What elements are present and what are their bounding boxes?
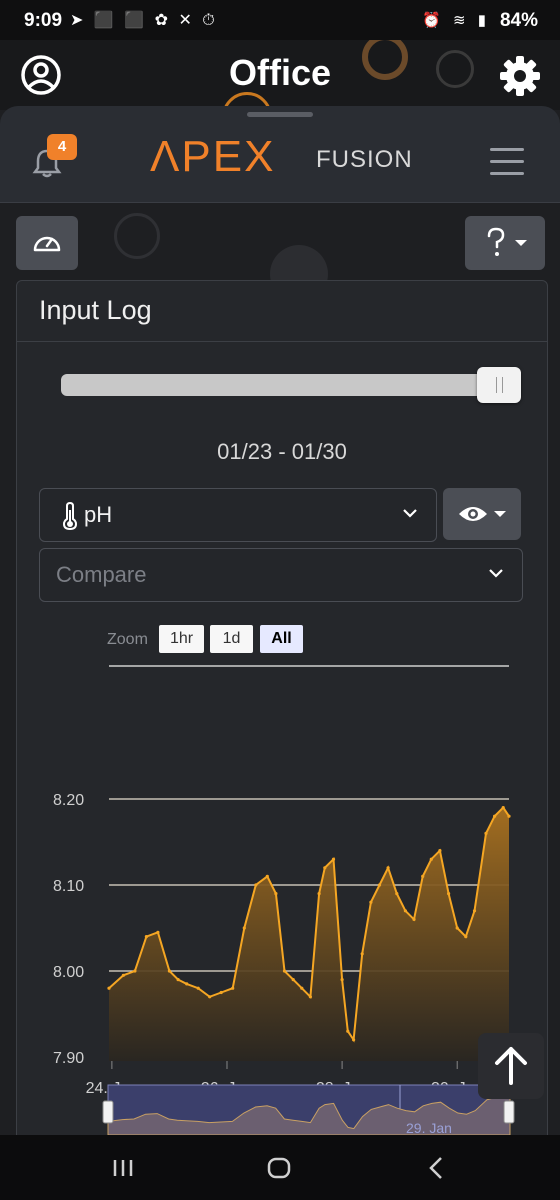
y-tick-label: 7.90 bbox=[53, 1050, 84, 1067]
data-point bbox=[282, 969, 287, 973]
notification-icons: ➤ ⬛ ⬛ ✿ ✕ ⏱ bbox=[70, 12, 218, 29]
data-point bbox=[107, 986, 111, 990]
data-point bbox=[265, 874, 269, 878]
data-point bbox=[484, 831, 488, 835]
data-point bbox=[377, 883, 382, 887]
chevron-down-icon bbox=[403, 509, 417, 518]
help-icon bbox=[487, 227, 527, 256]
ph-chart: 8.208.108.007.90 24. Jan26. Jan28. Jan30… bbox=[53, 665, 515, 1135]
chart-navigator[interactable]: 29. Jan bbox=[102, 1084, 515, 1135]
battery-level: 84% bbox=[499, 10, 538, 31]
data-point bbox=[208, 995, 212, 999]
compare-select[interactable]: Compare bbox=[39, 548, 523, 602]
date-range-label: 01/23 - 01/30 bbox=[217, 439, 347, 464]
chevron-down-icon bbox=[489, 569, 503, 578]
data-point bbox=[185, 982, 189, 986]
data-point bbox=[360, 952, 364, 956]
navigator-left-handle[interactable] bbox=[102, 1100, 114, 1124]
zoom-label: Zoom bbox=[107, 631, 148, 648]
decorative-circle bbox=[114, 213, 160, 259]
thermometer-icon bbox=[62, 502, 78, 530]
hamburger-menu-icon[interactable] bbox=[490, 148, 524, 184]
data-point bbox=[196, 986, 200, 990]
input-select-value: pH bbox=[84, 502, 113, 527]
data-point bbox=[291, 978, 295, 982]
visibility-toggle-button[interactable] bbox=[443, 488, 521, 540]
date-range-slider-thumb[interactable] bbox=[477, 367, 521, 403]
data-point bbox=[144, 935, 148, 939]
zoom-1d-button[interactable]: 1d bbox=[210, 625, 253, 653]
status-time: 9:09 bbox=[24, 10, 63, 31]
data-point bbox=[340, 978, 344, 982]
data-point bbox=[219, 990, 223, 995]
speedometer-icon bbox=[33, 236, 61, 252]
main-content: Input Log 01/23 - 01/30 pH Compare Zoom … bbox=[0, 203, 560, 1135]
data-point bbox=[369, 900, 373, 904]
zoom-1hr-button[interactable]: 1hr bbox=[159, 625, 204, 653]
data-point bbox=[308, 995, 312, 999]
data-point bbox=[352, 1038, 356, 1042]
recent-apps-icon[interactable] bbox=[108, 1153, 138, 1183]
scroll-to-top-button[interactable] bbox=[478, 1033, 544, 1099]
data-point bbox=[421, 874, 425, 878]
data-point bbox=[464, 935, 468, 939]
data-point bbox=[438, 849, 442, 853]
data-point bbox=[395, 892, 399, 896]
data-point bbox=[455, 926, 459, 930]
system-navigation-bar bbox=[0, 1135, 560, 1200]
back-icon[interactable] bbox=[422, 1153, 452, 1183]
data-point bbox=[493, 814, 497, 818]
data-point bbox=[386, 866, 390, 870]
data-point bbox=[447, 892, 451, 896]
data-point bbox=[507, 814, 511, 818]
data-point bbox=[254, 883, 258, 887]
data-point bbox=[501, 806, 505, 810]
compare-placeholder: Compare bbox=[56, 562, 147, 587]
gear-icon[interactable] bbox=[498, 54, 542, 98]
data-point bbox=[317, 892, 321, 896]
input-select[interactable]: pH bbox=[39, 488, 437, 542]
dashboard-button[interactable] bbox=[16, 216, 78, 270]
data-point bbox=[133, 969, 137, 973]
data-point bbox=[156, 930, 160, 934]
card-title: Input Log bbox=[39, 295, 152, 325]
ph-area-fill bbox=[109, 807, 509, 1061]
eye-icon bbox=[459, 507, 506, 521]
data-point bbox=[323, 866, 327, 870]
zoom-all-button[interactable]: All bbox=[260, 625, 303, 653]
status-bar: 9:09 ➤ ⬛ ⬛ ✿ ✕ ⏱ ⏰ ≋ ▮ 84% bbox=[0, 0, 560, 40]
apex-logo: ΛPEX bbox=[150, 132, 276, 181]
app-header bbox=[0, 106, 560, 203]
drag-handle[interactable] bbox=[247, 112, 313, 117]
data-point bbox=[331, 857, 336, 861]
page-title: Office bbox=[228, 52, 332, 93]
data-point bbox=[300, 986, 304, 990]
data-point bbox=[412, 917, 416, 921]
home-icon[interactable] bbox=[264, 1153, 294, 1183]
data-point bbox=[429, 857, 433, 861]
title-bar: Office bbox=[0, 40, 560, 110]
data-point bbox=[346, 1029, 350, 1033]
date-range-slider-track[interactable] bbox=[61, 374, 521, 396]
y-tick-label: 8.10 bbox=[53, 878, 84, 895]
input-log-card: Input Log 01/23 - 01/30 pH Compare Zoom … bbox=[16, 280, 548, 1135]
system-status-icons: ⏰ ≋ ▮ bbox=[422, 12, 490, 29]
data-point bbox=[242, 926, 246, 930]
data-point bbox=[167, 969, 171, 973]
data-point bbox=[176, 978, 180, 982]
data-point bbox=[403, 909, 407, 913]
help-dropdown-button[interactable] bbox=[465, 216, 545, 270]
navigator-right-handle[interactable] bbox=[503, 1100, 515, 1124]
arrow-up-icon bbox=[495, 1047, 527, 1085]
data-point bbox=[231, 986, 235, 990]
card-header: Input Log bbox=[17, 281, 547, 342]
data-point bbox=[274, 892, 278, 896]
notification-badge[interactable]: 4 bbox=[47, 134, 77, 160]
y-tick-label: 8.20 bbox=[53, 792, 84, 809]
fusion-logo-text: FUSION bbox=[316, 146, 413, 173]
y-tick-label: 8.00 bbox=[53, 964, 84, 981]
navigator-date-label: 29. Jan bbox=[406, 1120, 452, 1135]
data-point bbox=[472, 909, 477, 913]
data-point bbox=[121, 973, 125, 977]
